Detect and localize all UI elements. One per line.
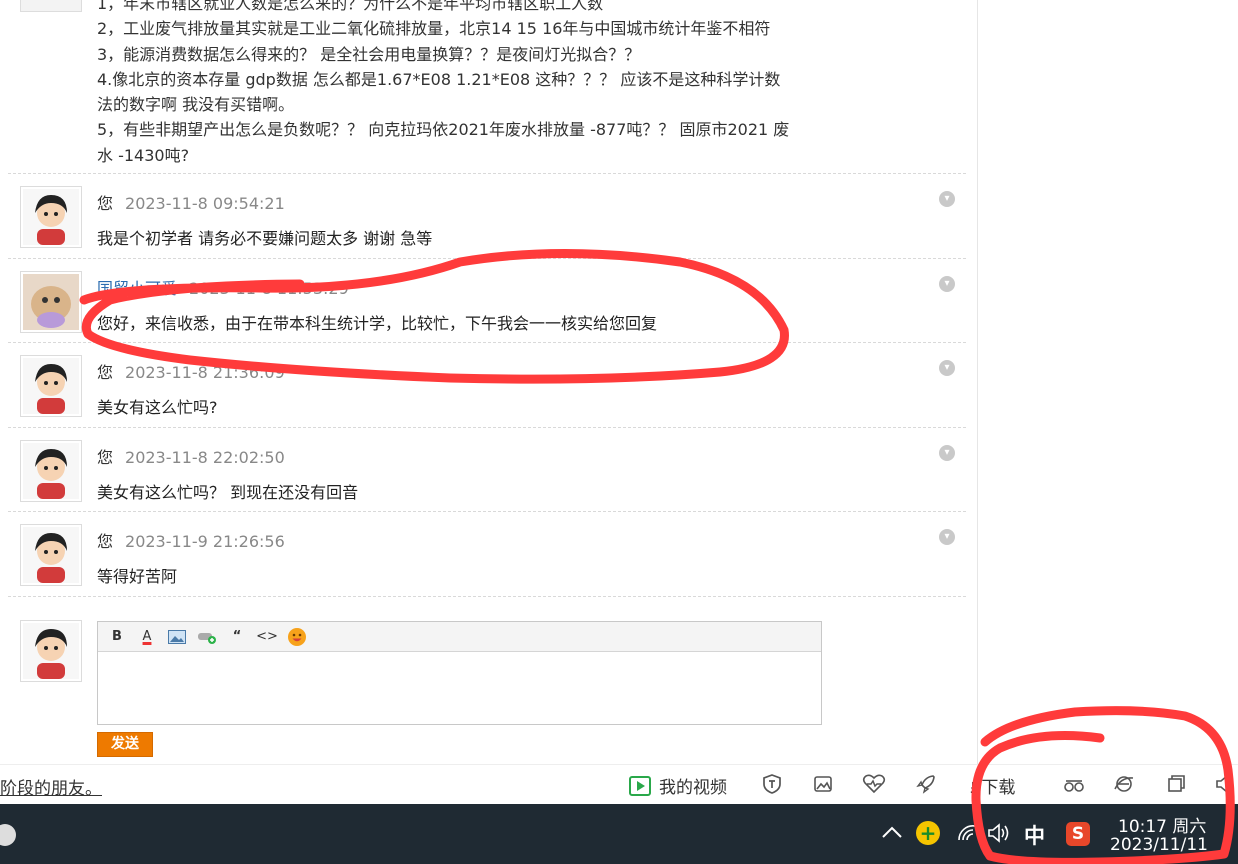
- avatar[interactable]: [20, 524, 82, 586]
- chevron-down-icon[interactable]: ▾: [939, 360, 955, 376]
- speaker-icon[interactable]: [1214, 773, 1238, 797]
- message-author: 您: [97, 194, 114, 213]
- chevron-down-icon[interactable]: ▾: [939, 445, 955, 461]
- avatar: [20, 620, 82, 682]
- message-time: 2023-11-9 21:26:56: [125, 532, 285, 551]
- reply-textarea[interactable]: [98, 652, 821, 724]
- question-line: 1，年末市辖区就业人数是怎么来的？为什么不是年平均市辖区职工人数: [97, 0, 604, 13]
- question-text: 1，年末市辖区就业人数是怎么来的？为什么不是年平均市辖区职工人数 2，工业废气排…: [97, 0, 857, 168]
- code-button[interactable]: <>: [252, 626, 282, 648]
- message-author: 您: [97, 448, 114, 467]
- question-line: 2，工业废气排放量其实就是工业二氧化硫排放量，北京14 15 16年与中国城市统…: [97, 19, 771, 39]
- wechat-icon[interactable]: [0, 824, 16, 846]
- play-icon: [629, 775, 651, 796]
- quote-button[interactable]: “: [222, 626, 252, 648]
- volume-icon[interactable]: [987, 822, 1013, 849]
- chevron-down-icon[interactable]: ▾: [939, 276, 955, 292]
- my-video-button[interactable]: 我的视频: [629, 773, 727, 798]
- question-line: 水 -1430吨?: [97, 145, 190, 165]
- message-time: 2023-11-8 22:02:50: [125, 448, 285, 467]
- bold-button[interactable]: B: [102, 626, 132, 648]
- question-line: 4.像北京的资本存量 gdp数据 怎么都是1.67*E08 1.21*E08 这…: [97, 69, 781, 89]
- download-icon: ⭳: [970, 778, 976, 798]
- send-button[interactable]: 发送: [97, 732, 153, 757]
- shield-icon[interactable]: [760, 773, 784, 797]
- message-time: 2023-11-8 21:36:09: [125, 363, 285, 382]
- question-line: 法的数字啊 我没有买错啊。: [97, 95, 295, 115]
- avatar[interactable]: [20, 271, 82, 333]
- right-panel: [979, 0, 1238, 764]
- heartbeat-icon[interactable]: [862, 773, 886, 797]
- avatar[interactable]: [20, 355, 82, 417]
- font-color-button[interactable]: A: [132, 626, 162, 648]
- link-icon: [198, 632, 216, 644]
- avatar[interactable]: [20, 440, 82, 502]
- window-icon[interactable]: [1164, 773, 1188, 797]
- message-author: 您: [97, 363, 114, 382]
- image-icon[interactable]: [811, 773, 835, 797]
- rocket-icon[interactable]: [914, 773, 938, 797]
- question-line: 5，有些非期望产出怎么是负数呢？？ 向克拉玛依2021年废水排放量 -877吨？…: [97, 120, 790, 140]
- chevron-down-icon[interactable]: ▾: [939, 529, 955, 545]
- glasses-icon[interactable]: [1062, 773, 1086, 797]
- taskbar: + 中 S 10:17 周六 2023/11/11: [0, 804, 1238, 864]
- message-item: 您 2023-11-8 09:54:21 我是个初学者 请务必不要嫌问题太多 谢谢…: [8, 173, 966, 258]
- message-text: 美女有这么忙吗?: [97, 398, 218, 417]
- message-time: 2023-11-8 11:53:29: [189, 279, 349, 298]
- chevron-down-icon[interactable]: ▾: [939, 191, 955, 207]
- clock-date[interactable]: 2023/11/11: [1110, 835, 1208, 855]
- message-text: 您好，来信收悉，由于在带本科生统计学，比较忙，下午我会一一核实给您回复: [97, 314, 658, 333]
- message-item: 您 2023-11-8 21:36:09 美女有这么忙吗? ▾: [8, 342, 966, 427]
- plus-icon[interactable]: +: [916, 821, 940, 845]
- avatar: [20, 0, 82, 12]
- download-label: 下载: [981, 778, 1016, 798]
- message-item: 国贸小可爱 2023-11-8 11:53:29 您好，来信收悉，由于在带本科生统…: [8, 258, 966, 343]
- my-video-label: 我的视频: [659, 778, 727, 798]
- ime-indicator[interactable]: 中: [1024, 820, 1045, 850]
- ie-icon[interactable]: [1112, 773, 1136, 797]
- message-time: 2023-11-8 09:54:21: [125, 194, 285, 213]
- emoji-button[interactable]: [282, 626, 312, 648]
- question-line: 3，能源消费数据怎么得来的？ 是全社会用电量换算？？是夜间灯光拟合？？: [97, 44, 641, 64]
- message-author: 您: [97, 532, 114, 551]
- avatar[interactable]: [20, 186, 82, 248]
- reply-editor: B A “ <>: [97, 621, 822, 725]
- browser-status-bar: 阶段的朋友。 我的视频 ⭳ 下载: [0, 764, 1238, 804]
- message-text: 美女有这么忙吗？ 到现在还没有回音: [97, 483, 359, 502]
- message-text: 等得好苦阿: [97, 567, 178, 586]
- message-thread: 1，年末市辖区就业人数是怎么来的？为什么不是年平均市辖区职工人数 2，工业废气排…: [0, 0, 978, 764]
- emoji-icon: [288, 627, 306, 646]
- sogou-icon[interactable]: S: [1066, 822, 1090, 846]
- insert-link-button[interactable]: [192, 626, 222, 648]
- editor-toolbar: B A “ <>: [98, 622, 821, 652]
- footer-link[interactable]: 阶段的朋友。: [0, 774, 102, 799]
- clock-time[interactable]: 10:17 周六: [1118, 812, 1206, 837]
- message-item: 您 2023-11-9 21:26:56 等得好苦阿 ▾: [8, 511, 966, 596]
- message-text: 我是个初学者 请务必不要嫌问题太多 谢谢 急等: [97, 229, 433, 248]
- insert-image-button[interactable]: [162, 626, 192, 648]
- image-icon: [168, 629, 186, 644]
- divider: [8, 596, 966, 597]
- wifi-icon[interactable]: [957, 822, 981, 849]
- download-button[interactable]: ⭳ 下载: [970, 773, 1015, 804]
- chevron-up-icon[interactable]: [881, 820, 903, 844]
- message-item: 您 2023-11-8 22:02:50 美女有这么忙吗？ 到现在还没有回音 ▾: [8, 427, 966, 512]
- message-author[interactable]: 国贸小可爱: [97, 279, 177, 298]
